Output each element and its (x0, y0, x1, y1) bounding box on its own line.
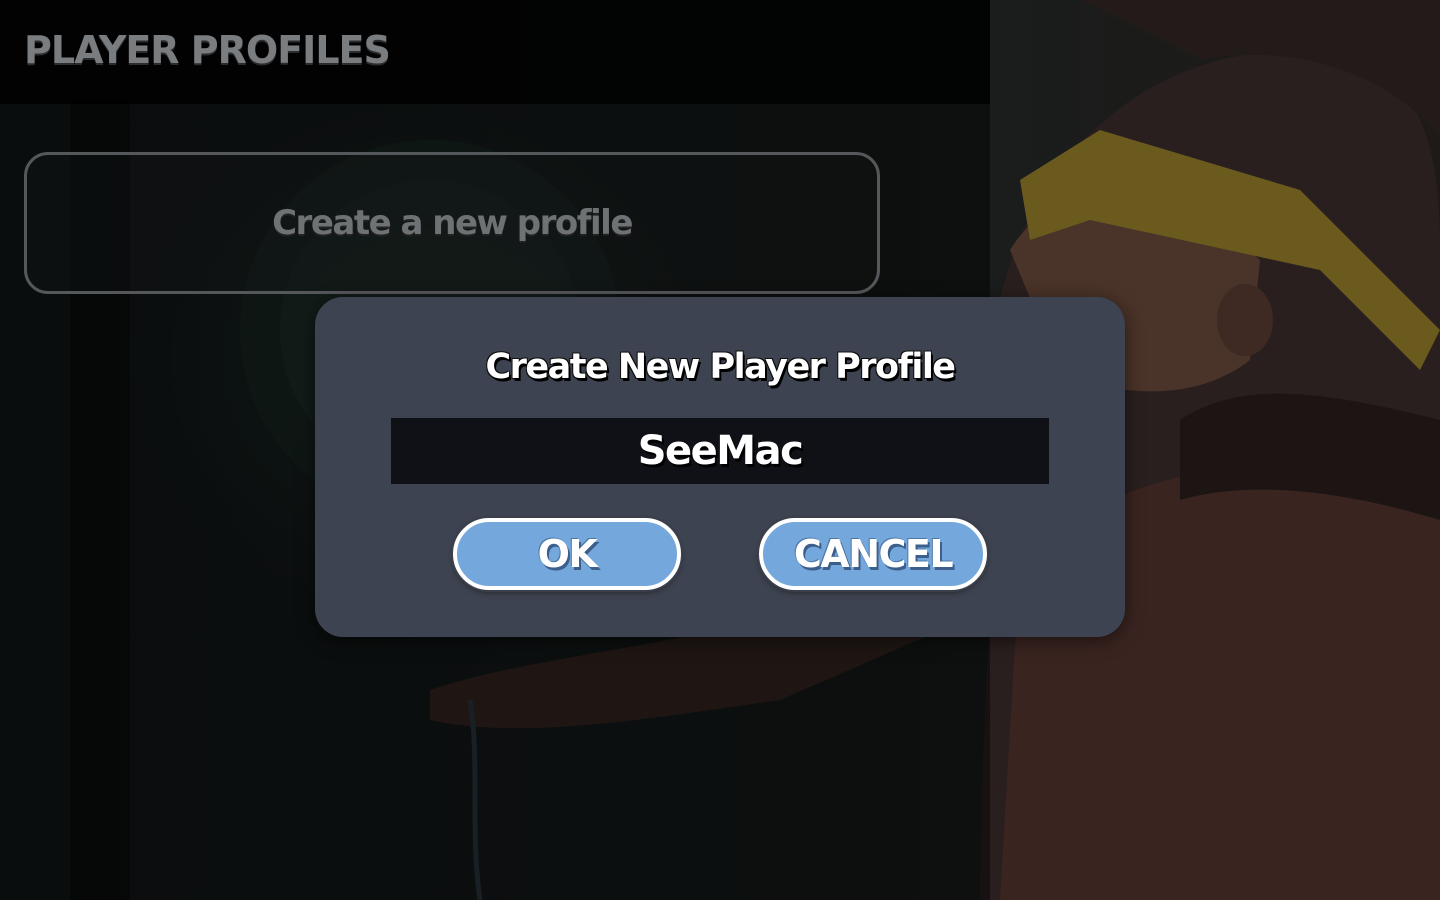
dialog-title: Create New Player Profile (485, 347, 956, 387)
create-profile-dialog: Create New Player Profile OK CANCEL (315, 297, 1125, 637)
ok-button-label: OK (537, 532, 598, 576)
cancel-button[interactable]: CANCEL (759, 518, 987, 590)
create-profile-label: Create a new profile (272, 203, 633, 243)
create-profile-button[interactable]: Create a new profile (24, 152, 880, 294)
header-bar: PLAYER PROFILES (0, 0, 990, 104)
game-screen: PLAYER PROFILES Create a new profile Cre… (0, 0, 1440, 900)
cancel-button-label: CANCEL (793, 532, 954, 576)
screen-title: PLAYER PROFILES (24, 28, 391, 72)
ok-button[interactable]: OK (453, 518, 681, 590)
profile-name-input[interactable] (391, 418, 1049, 484)
